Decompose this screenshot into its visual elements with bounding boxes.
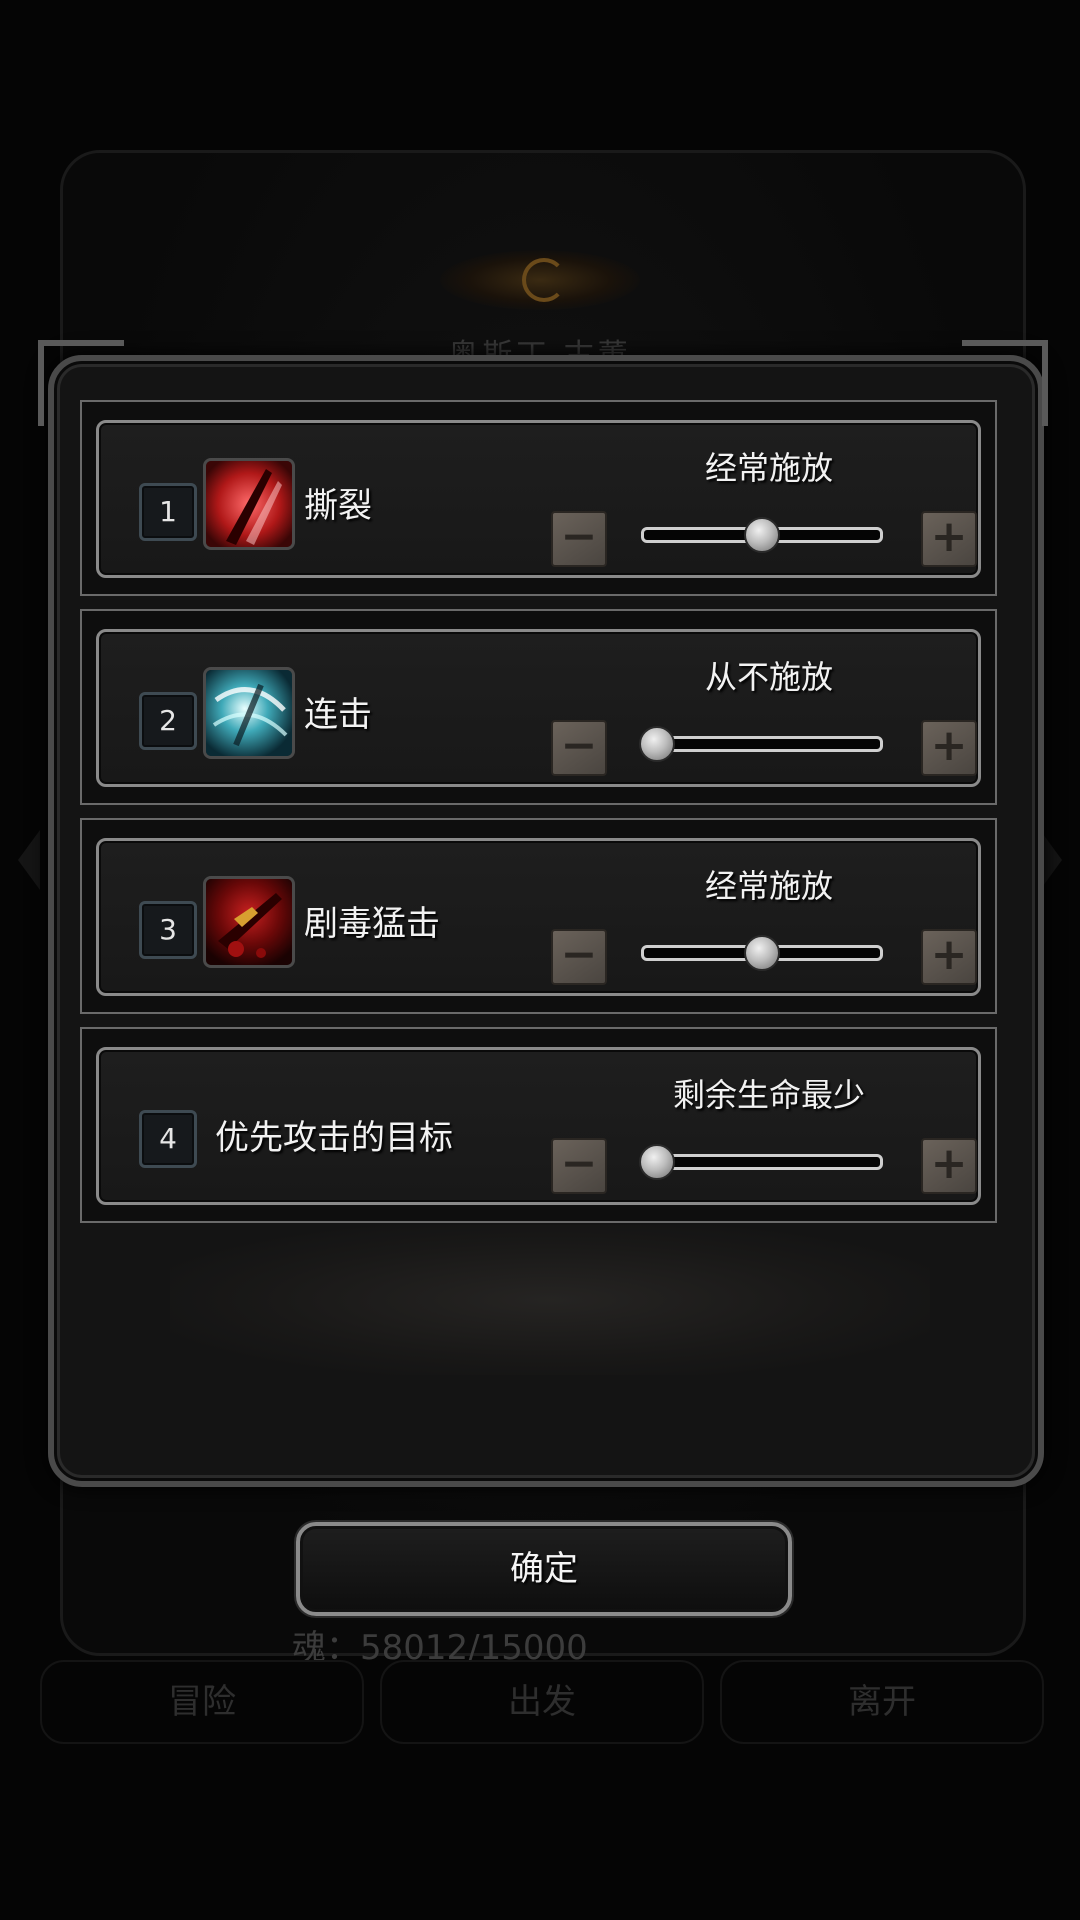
cast-setting-label: 从不施放 [704, 658, 833, 696]
increase-button[interactable]: + [921, 511, 977, 567]
slot-number: 2 [139, 692, 197, 750]
dialog-texture [170, 1225, 930, 1375]
tab-leave[interactable]: 离开 [720, 1660, 1044, 1744]
moon-emblem-icon [522, 258, 566, 302]
slot-number: 1 [139, 483, 197, 541]
skill-name: 连击 [304, 695, 372, 735]
cast-setting-label: 经常施放 [704, 867, 833, 905]
target-setting-label: 剩余生命最少 [672, 1076, 865, 1114]
increase-button[interactable]: + [921, 720, 977, 776]
cast-slider-thumb[interactable] [744, 517, 780, 553]
combo-skill-icon [203, 667, 295, 759]
decrease-button[interactable]: − [551, 511, 607, 567]
decrease-button[interactable]: − [551, 929, 607, 985]
slot-number: 3 [139, 901, 197, 959]
increase-button[interactable]: + [921, 1138, 977, 1194]
priority-target-label: 优先攻击的目标 [215, 1118, 453, 1158]
row-frame: 1 撕裂 经常施放 − + [96, 420, 981, 578]
left-arrow-icon [18, 830, 40, 890]
skill-row-1: 1 撕裂 经常施放 − + [80, 400, 997, 596]
target-slider-track[interactable] [641, 1154, 883, 1170]
tear-skill-icon [203, 458, 295, 550]
target-slider-thumb[interactable] [639, 1144, 675, 1180]
tab-adventure[interactable]: 冒险 [40, 1660, 364, 1744]
cast-slider-track[interactable] [641, 736, 883, 752]
row-frame: 4 优先攻击的目标 剩余生命最少 − + [96, 1047, 981, 1205]
confirm-button[interactable]: 确定 [296, 1522, 792, 1616]
cast-slider-thumb[interactable] [639, 726, 675, 762]
skill-row-3: 3 剧毒猛击 经常施放 − + [80, 818, 997, 1014]
decrease-button[interactable]: − [551, 720, 607, 776]
slot-number: 4 [139, 1110, 197, 1168]
decrease-button[interactable]: − [551, 1138, 607, 1194]
skill-name: 撕裂 [304, 486, 372, 526]
cast-slider-thumb[interactable] [744, 935, 780, 971]
skill-name: 剧毒猛击 [304, 904, 440, 944]
row-frame: 2 连击 从不施放 − + [96, 629, 981, 787]
skill-row-2: 2 连击 从不施放 − + [80, 609, 997, 805]
row-frame: 3 剧毒猛击 经常施放 − + [96, 838, 981, 996]
venom-strike-skill-icon [203, 876, 295, 968]
target-priority-row: 4 优先攻击的目标 剩余生命最少 − + [80, 1027, 997, 1223]
tab-depart[interactable]: 出发 [380, 1660, 704, 1744]
increase-button[interactable]: + [921, 929, 977, 985]
cast-setting-label: 经常施放 [704, 449, 833, 487]
